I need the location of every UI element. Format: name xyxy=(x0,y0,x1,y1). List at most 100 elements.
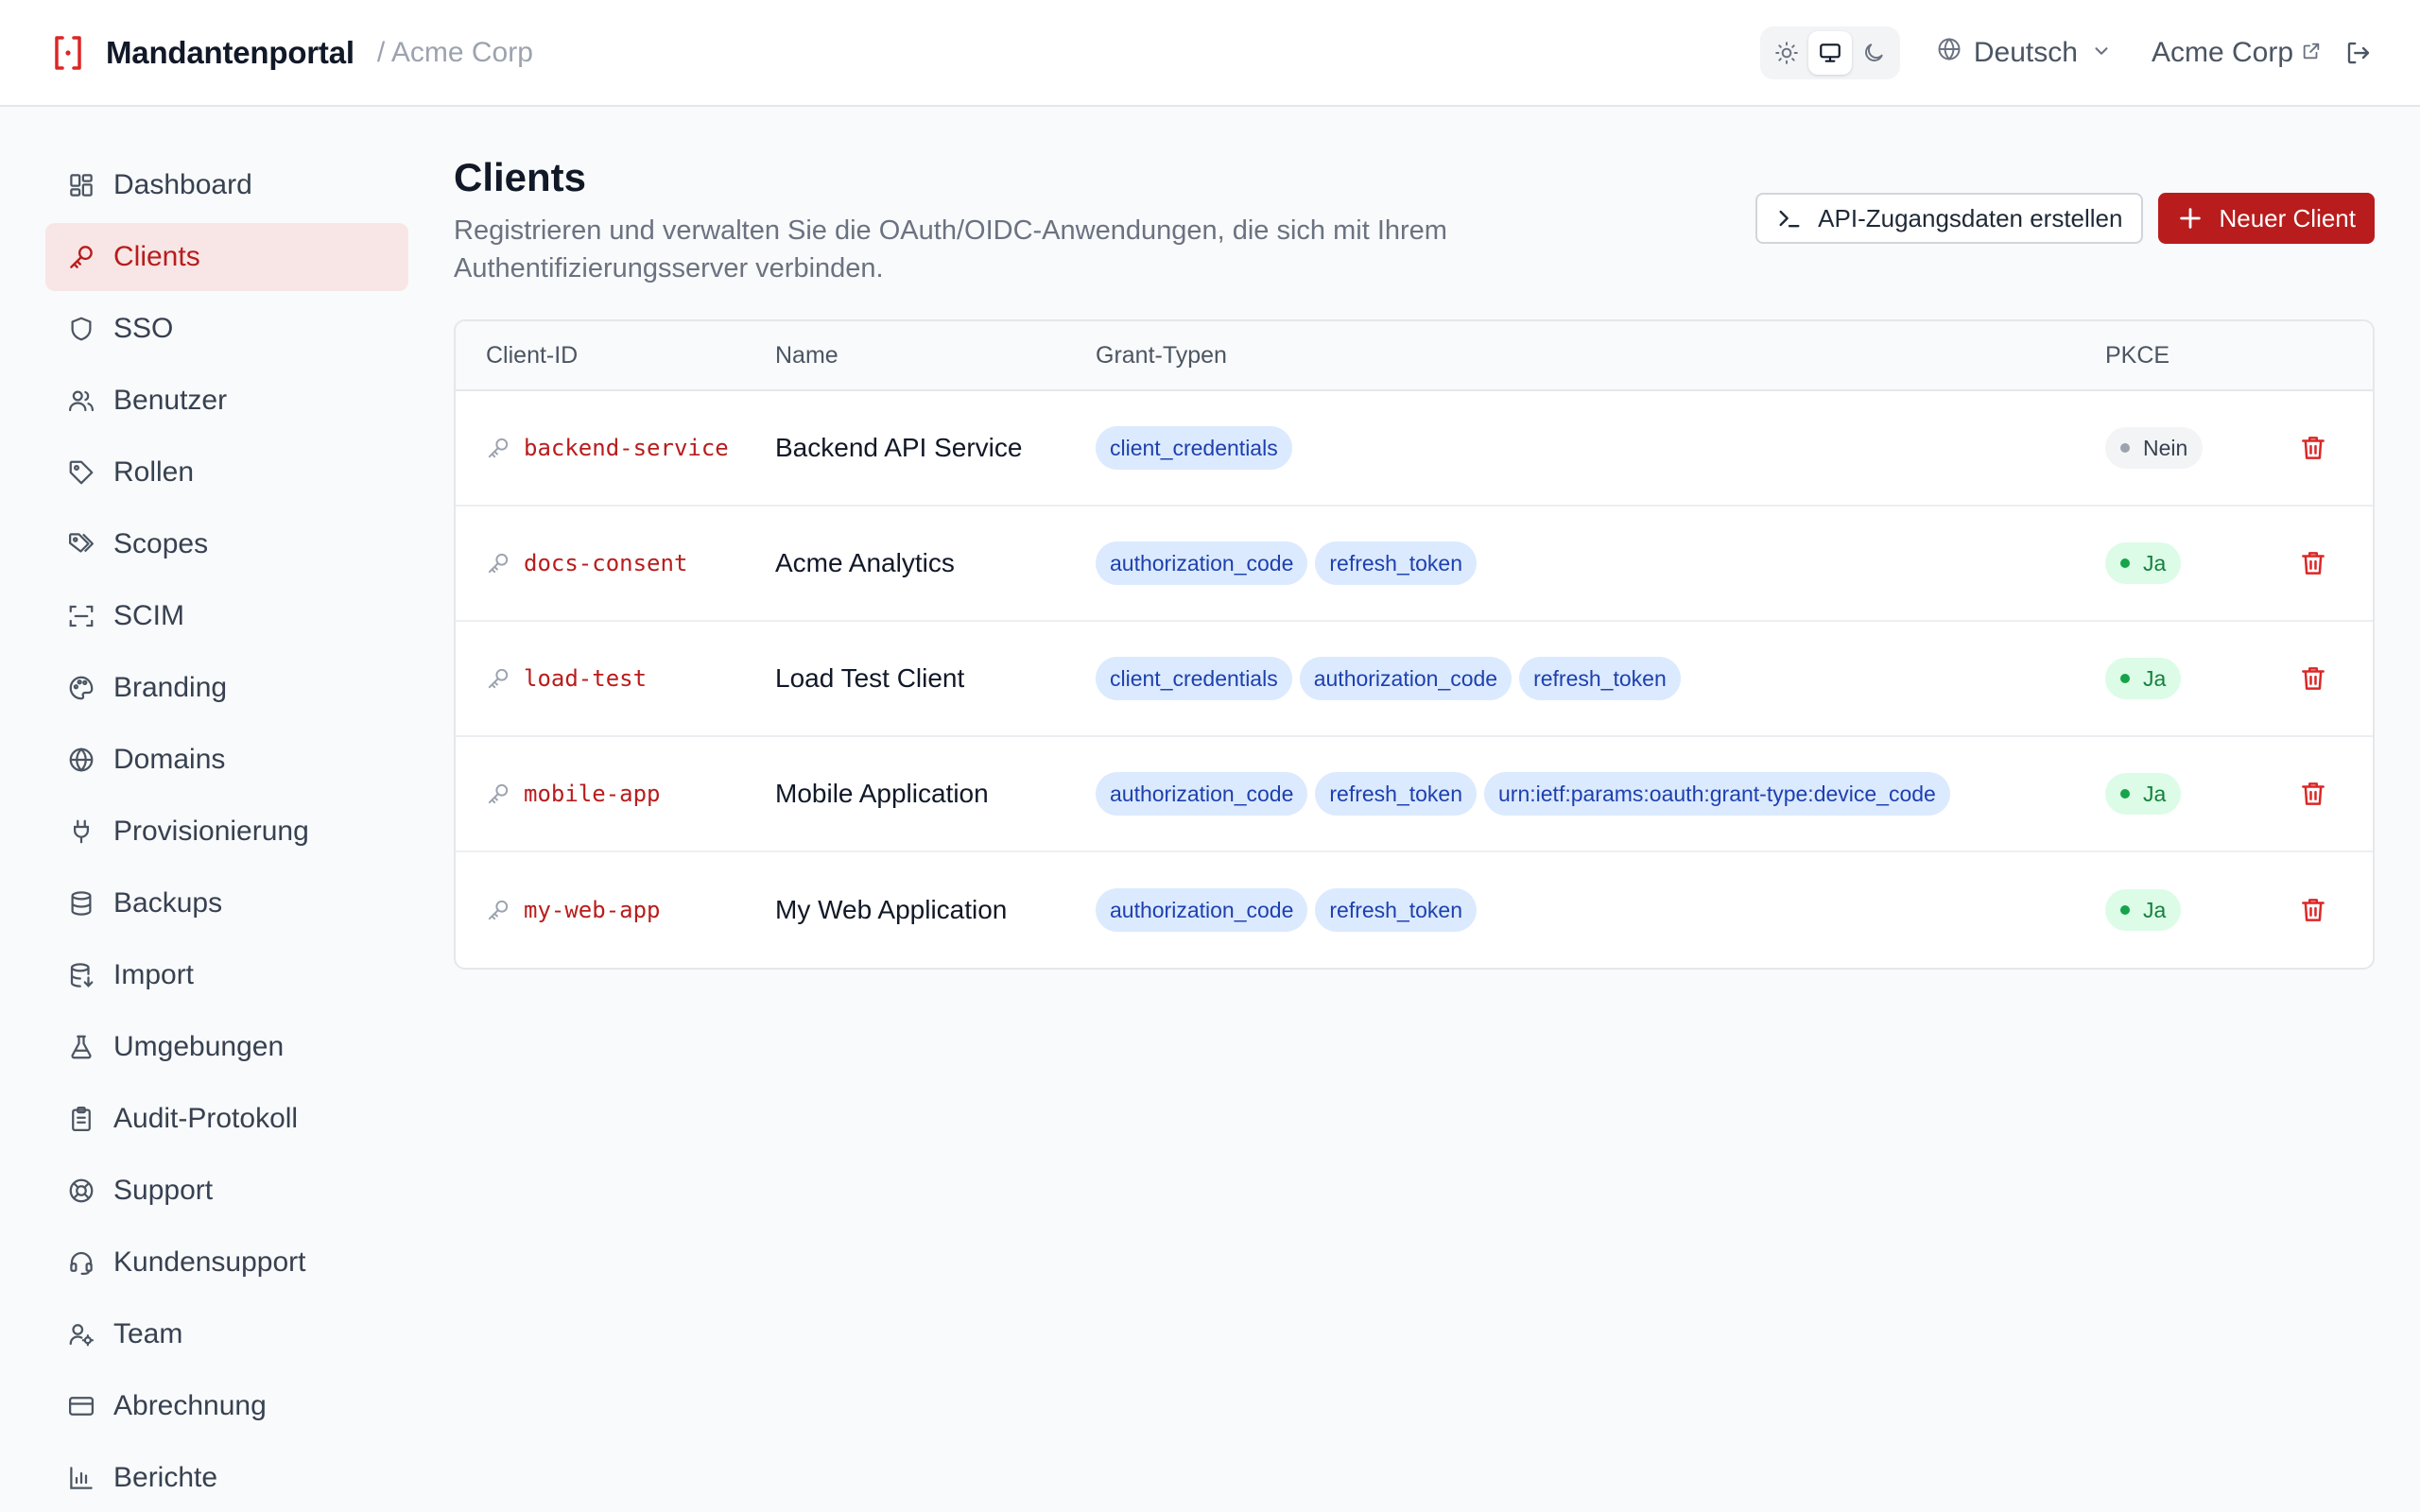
credit-card-icon xyxy=(66,1391,96,1421)
sidebar-item-import[interactable]: Import xyxy=(45,941,408,1009)
sidebar-item-label: Provisionierung xyxy=(113,816,309,847)
bar-chart-icon xyxy=(66,1463,96,1493)
key-icon xyxy=(66,242,96,272)
trash-icon[interactable] xyxy=(2299,549,2327,577)
headset-icon xyxy=(66,1247,96,1278)
key-icon xyxy=(486,782,510,806)
column-header-pkce[interactable]: PKCE xyxy=(2105,342,2256,369)
pkce-label: Nein xyxy=(2143,435,2188,460)
pkce-label: Ja xyxy=(2143,897,2167,922)
language-label: Deutsch xyxy=(1973,36,2078,68)
sidebar-item-audit[interactable]: Audit-Protokoll xyxy=(45,1085,408,1153)
sidebar-item-label: Dashboard xyxy=(113,169,252,200)
sidebar-item-rollen[interactable]: Rollen xyxy=(45,438,408,507)
grant-badge: authorization_code xyxy=(1096,888,1308,932)
client-id[interactable]: load-test xyxy=(524,665,647,692)
sidebar-item-label: Clients xyxy=(113,241,200,272)
clients-table: Client-ID Name Grant-Typen PKCE backend-… xyxy=(454,319,2375,970)
column-header-client-id[interactable]: Client-ID xyxy=(456,342,775,369)
table-row[interactable]: my-web-app My Web Application authorizat… xyxy=(456,852,2373,968)
key-icon xyxy=(486,898,510,922)
sidebar-item-clients[interactable]: Clients xyxy=(45,223,408,291)
sidebar-item-team[interactable]: Team xyxy=(45,1300,408,1368)
client-name: Acme Analytics xyxy=(775,548,955,577)
client-id[interactable]: mobile-app xyxy=(524,781,661,807)
sidebar-item-label: Rollen xyxy=(113,456,195,488)
flask-icon xyxy=(66,1032,96,1062)
tenant-link[interactable]: Acme Corp xyxy=(2152,37,2322,69)
sidebar-item-dashboard[interactable]: Dashboard xyxy=(45,151,408,219)
grant-badge: authorization_code xyxy=(1096,772,1308,816)
sidebar-item-scim[interactable]: SCIM xyxy=(45,582,408,650)
client-name: Load Test Client xyxy=(775,663,965,693)
plug-icon xyxy=(66,816,96,847)
dashboard-icon xyxy=(66,170,96,200)
sidebar-item-kundensupport[interactable]: Kundensupport xyxy=(45,1228,408,1297)
pkce-label: Ja xyxy=(2143,781,2167,806)
table-row[interactable]: docs-consent Acme Analytics authorizatio… xyxy=(456,507,2373,622)
sidebar-item-label: Scopes xyxy=(113,528,209,559)
column-header-grants[interactable]: Grant-Typen xyxy=(1096,342,2105,369)
sidebar-item-backups[interactable]: Backups xyxy=(45,869,408,937)
table-row[interactable]: load-test Load Test Client client_creden… xyxy=(456,622,2373,737)
create-api-credentials-label: API-Zugangsdaten erstellen xyxy=(1818,203,2123,232)
sidebar-item-label: Support xyxy=(113,1175,214,1206)
language-select[interactable]: Deutsch xyxy=(1936,36,2112,70)
shield-icon xyxy=(66,314,96,344)
table-row[interactable]: backend-service Backend API Service clie… xyxy=(456,391,2373,507)
grant-badge: authorization_code xyxy=(1096,541,1308,585)
sidebar-item-label: Benutzer xyxy=(113,385,228,416)
pkce-label: Ja xyxy=(2143,550,2167,576)
table-header: Client-ID Name Grant-Typen PKCE xyxy=(456,321,2373,391)
sidebar-item-label: Domains xyxy=(113,744,226,775)
palette-icon xyxy=(66,673,96,703)
pkce-badge: Ja xyxy=(2105,773,2182,815)
client-id[interactable]: backend-service xyxy=(524,435,729,461)
trash-icon[interactable] xyxy=(2299,780,2327,808)
sidebar-item-umgebungen[interactable]: Umgebungen xyxy=(45,1013,408,1081)
sun-icon[interactable] xyxy=(1765,31,1808,75)
sidebar-item-berichte[interactable]: Berichte xyxy=(45,1444,408,1512)
trash-icon[interactable] xyxy=(2299,434,2327,462)
sidebar-item-branding[interactable]: Branding xyxy=(45,654,408,722)
monitor-icon[interactable] xyxy=(1807,30,1852,75)
client-name: Backend API Service xyxy=(775,433,1023,462)
key-icon xyxy=(486,436,510,460)
sidebar-item-label: Backups xyxy=(113,887,223,919)
clipboard-icon xyxy=(66,1104,96,1134)
sidebar-item-support[interactable]: Support xyxy=(45,1157,408,1225)
grant-badge: refresh_token xyxy=(1519,657,1681,700)
table-row[interactable]: mobile-app Mobile Application authorizat… xyxy=(456,737,2373,852)
logout-icon[interactable] xyxy=(2344,39,2373,67)
client-id[interactable]: docs-consent xyxy=(524,550,687,576)
trash-icon[interactable] xyxy=(2299,664,2327,693)
sidebar-item-benutzer[interactable]: Benutzer xyxy=(45,367,408,435)
create-api-credentials-button[interactable]: API-Zugangsdaten erstellen xyxy=(1755,193,2144,244)
users-icon xyxy=(66,386,96,416)
brand[interactable]: Mandantenportal / Acme Corp xyxy=(51,33,533,73)
sidebar-item-scopes[interactable]: Scopes xyxy=(45,510,408,578)
chevron-down-icon xyxy=(2091,37,2112,69)
sidebar-item-label: SCIM xyxy=(113,600,184,631)
column-header-name[interactable]: Name xyxy=(775,342,1096,369)
user-cog-icon xyxy=(66,1319,96,1349)
tag-icon xyxy=(66,457,96,488)
pkce-badge: Ja xyxy=(2105,542,2182,584)
sidebar-item-abrechnung[interactable]: Abrechnung xyxy=(45,1372,408,1440)
grant-badge: refresh_token xyxy=(1315,541,1478,585)
sidebar-item-label: Umgebungen xyxy=(113,1031,285,1062)
client-id[interactable]: my-web-app xyxy=(524,897,661,923)
key-icon xyxy=(486,551,510,576)
moon-icon[interactable] xyxy=(1852,31,1895,75)
trash-icon[interactable] xyxy=(2299,896,2327,924)
new-client-label: Neuer Client xyxy=(2219,203,2356,232)
tags-icon xyxy=(66,529,96,559)
sidebar-item-provisionierung[interactable]: Provisionierung xyxy=(45,798,408,866)
globe-icon xyxy=(66,745,96,775)
new-client-button[interactable]: Neuer Client xyxy=(2158,193,2375,244)
sidebar: Dashboard Clients SSO Benutzer Rollen Sc… xyxy=(45,151,408,1512)
sidebar-item-domains[interactable]: Domains xyxy=(45,726,408,794)
sidebar-item-sso[interactable]: SSO xyxy=(45,295,408,363)
grant-badge: client_credentials xyxy=(1096,657,1292,700)
plus-icon xyxy=(2177,205,2204,232)
